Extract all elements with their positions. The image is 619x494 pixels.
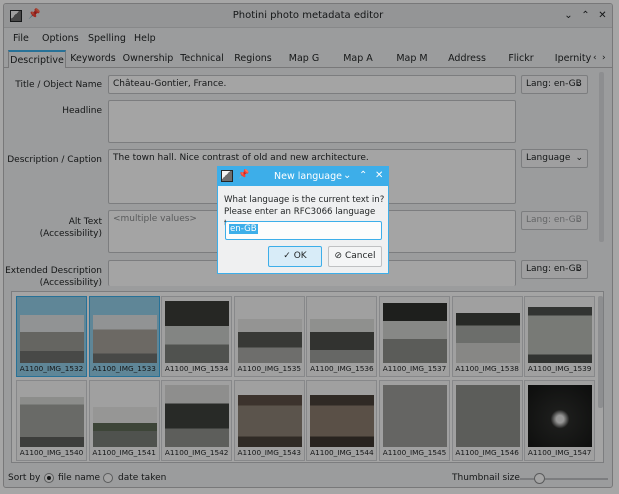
- cancel-button[interactable]: ⊘ Cancel: [328, 246, 382, 267]
- check-icon: ✓: [283, 251, 294, 261]
- app-icon: [221, 170, 233, 182]
- language-tag-value: en-GB: [229, 224, 258, 234]
- close-icon[interactable]: ✕: [375, 170, 383, 181]
- ok-button[interactable]: ✓ OK: [268, 246, 322, 267]
- maximize-icon[interactable]: ⌃: [359, 170, 367, 181]
- new-language-dialog: 📌 New language ⌄ ⌃ ✕ What language is th…: [217, 166, 389, 274]
- pin-icon[interactable]: 📌: [238, 170, 249, 180]
- cancel-icon: ⊘: [334, 251, 345, 261]
- dialog-message-line-1: What language is the current text in?: [224, 195, 385, 205]
- cancel-label: Cancel: [344, 251, 376, 261]
- minimize-icon[interactable]: ⌄: [343, 170, 351, 181]
- dialog-title: New language: [274, 171, 342, 182]
- ok-label: OK: [293, 251, 307, 261]
- dialog-title-bar: 📌 New language ⌄ ⌃ ✕: [218, 167, 388, 186]
